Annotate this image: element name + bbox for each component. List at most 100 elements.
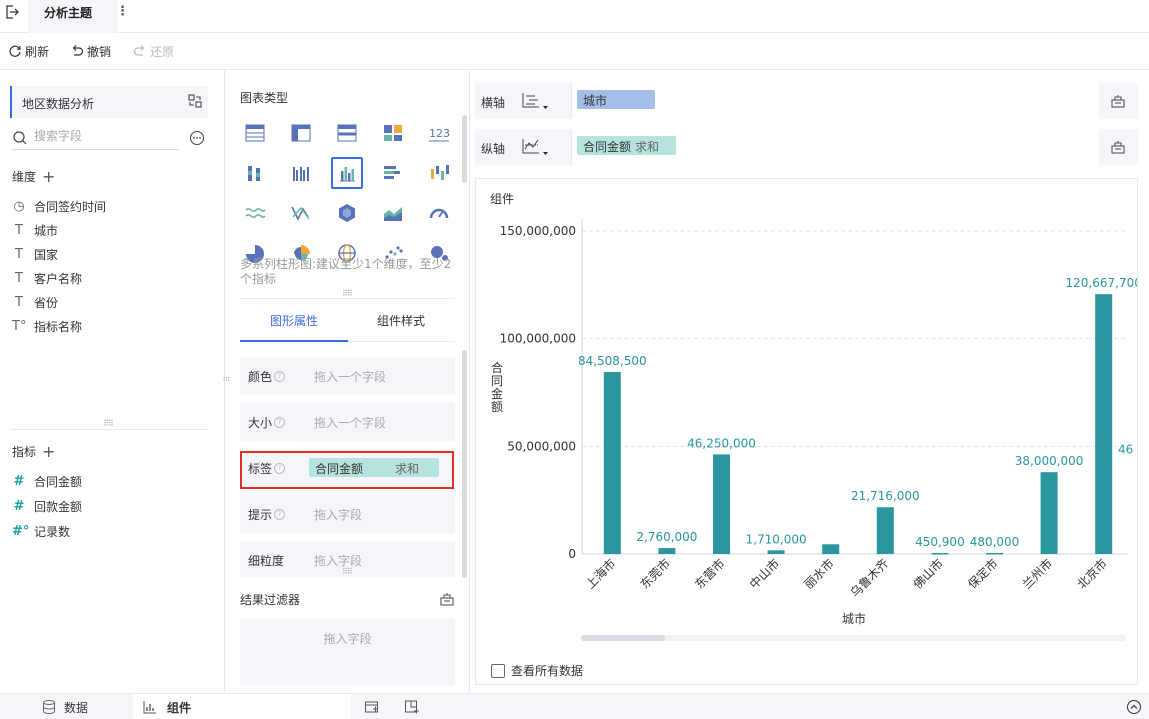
cross-table-icon[interactable] [285, 117, 317, 149]
size-property-row[interactable]: 大小? 拖入一个字段 [240, 403, 455, 441]
dimension-field[interactable]: T 客户名称 [12, 268, 82, 288]
dimension-field[interactable]: T 国家 [12, 244, 58, 264]
y-tick-label: 100,000,000 [500, 332, 576, 346]
field-search [12, 126, 179, 150]
dataset-name: 地区数据分析 [22, 97, 95, 111]
exit-icon[interactable] [4, 4, 20, 20]
bar [658, 548, 676, 554]
hexagon-icon[interactable] [331, 197, 363, 229]
x-tick-label: 东营市 [692, 556, 728, 592]
add-component-icon[interactable] [364, 699, 380, 715]
more-options-icon[interactable] [189, 130, 205, 146]
measure-field[interactable]: # 回款金额 [12, 496, 82, 516]
range-column-icon[interactable] [423, 157, 455, 189]
help-icon[interactable]: ? [274, 417, 286, 428]
data-label: 450,900 [915, 535, 965, 549]
filter-settings-icon[interactable] [439, 591, 455, 607]
search-icon [12, 130, 28, 146]
measure-field[interactable]: #° 记录数 [12, 521, 70, 541]
y-axis-settings-icon[interactable] [1110, 139, 1126, 155]
data-label: 84,508,500 [578, 354, 647, 368]
component-tab[interactable]: 组件 [133, 694, 351, 719]
color-property-row[interactable]: 颜色? 拖入一个字段 [240, 357, 455, 395]
bar [986, 552, 1003, 555]
measure-field[interactable]: # 合同金额 [12, 471, 82, 491]
bar [931, 553, 949, 555]
dimension-field[interactable]: T 城市 [12, 220, 58, 240]
chart-scroll-thumb[interactable] [581, 635, 665, 641]
tab-component-style[interactable]: 组件样式 [377, 312, 425, 329]
resize-handle-icon[interactable]: ⠿⠿ [103, 419, 114, 428]
dataset-selector[interactable]: 地区数据分析 [10, 86, 208, 118]
radar-line-icon[interactable] [285, 197, 317, 229]
tooltip-drop-placeholder: 拖入字段 [314, 508, 363, 522]
dimension-field[interactable]: T 省份 [12, 292, 58, 312]
chart-horizontal-scrollbar[interactable] [581, 635, 1126, 641]
chart-component[interactable]: 组件 0 50,000,000 100,000,000 150,000,000 84,5… [475, 178, 1138, 685]
y-axis-drop-slot[interactable]: 合同金额 求和 [571, 129, 1099, 165]
result-filter-drop-zone[interactable]: 拖入字段 [240, 619, 455, 685]
wave-line-icon[interactable] [239, 197, 271, 229]
x-tick-label: 中山市 [746, 556, 782, 592]
measures-header: 指标 + [12, 443, 55, 460]
x-tick-label: 保定市 [965, 556, 1001, 592]
dimensions-title: 维度 [12, 170, 37, 184]
granularity-label: 细粒度 [248, 552, 284, 569]
help-icon[interactable]: ? [274, 371, 286, 382]
analysis-subject-tab[interactable]: 分析主题 [28, 0, 118, 33]
property-scrollbar[interactable] [462, 350, 467, 578]
redo-button[interactable]: 还原 [133, 42, 174, 60]
gauge-icon[interactable] [423, 197, 455, 229]
dimensions-header: 维度 + [12, 168, 55, 185]
show-all-data-option[interactable]: 查看所有数据 [491, 662, 583, 679]
search-input[interactable] [34, 129, 174, 143]
x-axis-settings-icon[interactable] [1110, 93, 1126, 109]
undo-icon [70, 44, 84, 58]
data-label: 21,716,000 [851, 489, 920, 503]
svg-text:123: 123 [429, 127, 450, 140]
more-menu-icon[interactable]: ⋮ [116, 4, 129, 19]
table-icon[interactable] [239, 117, 271, 149]
y-axis-sort-icon[interactable] [521, 137, 549, 157]
add-dashboard-icon[interactable] [404, 699, 420, 715]
x-axis-drop-slot[interactable]: 城市 [571, 83, 1099, 119]
bar-chart[interactable]: 0 50,000,000 100,000,000 150,000,000 84,508,… [476, 179, 1137, 649]
x-axis-field: 城市 [583, 94, 608, 108]
add-dimension-icon[interactable]: + [42, 168, 55, 184]
bar [876, 507, 894, 554]
refresh-button[interactable]: 刷新 [8, 42, 49, 60]
dimension-field-label: 城市 [34, 223, 59, 238]
data-tab[interactable]: 数据 [0, 694, 133, 719]
x-axis-sort-icon[interactable] [521, 91, 549, 111]
area-chart-icon[interactable] [377, 197, 409, 229]
top-bar: 分析主题 ⋮ [0, 0, 1149, 33]
treemap-icon[interactable] [377, 117, 409, 149]
show-all-data-checkbox[interactable] [491, 663, 505, 678]
grouped-column-icon[interactable] [285, 157, 317, 189]
measure-field-label: 记录数 [34, 524, 71, 539]
number-icon[interactable]: 123 [423, 117, 455, 149]
chart-type-scrollbar[interactable] [462, 115, 467, 183]
resize-handle-icon[interactable]: ⠿⠿ [342, 289, 353, 298]
dimension-field[interactable]: T° 指标名称 [12, 316, 82, 336]
data-label: 1,710,000 [746, 532, 807, 546]
help-icon[interactable]: ? [274, 509, 286, 520]
x-axis-field-pill[interactable]: 城市 [577, 90, 655, 109]
tab-graphic-properties[interactable]: 图形属性 [270, 312, 318, 329]
y-axis-field-pill[interactable]: 合同金额 求和 [577, 136, 677, 155]
data-label: 480,000 [970, 535, 1020, 549]
switch-dataset-icon[interactable] [188, 94, 202, 108]
detail-table-icon[interactable] [331, 117, 363, 149]
undo-button[interactable]: 撤销 [70, 42, 111, 60]
stacked-bar-icon[interactable] [239, 157, 271, 189]
tooltip-property-row[interactable]: 提示? 拖入字段 [240, 495, 455, 533]
x-tick-label: 丽水市 [801, 556, 837, 592]
color-label-text: 颜色 [248, 370, 273, 384]
collapse-up-icon[interactable] [1126, 699, 1142, 715]
add-measure-icon[interactable]: + [42, 443, 55, 459]
multi-series-bar-icon[interactable] [331, 157, 363, 189]
dimension-field[interactable]: ◷ 合同签约时间 [12, 196, 106, 216]
dimension-field-label: 合同签约时间 [34, 199, 107, 214]
horizontal-bar-icon[interactable] [377, 157, 409, 189]
resize-handle-icon[interactable]: ⠿⠿ [342, 567, 353, 576]
